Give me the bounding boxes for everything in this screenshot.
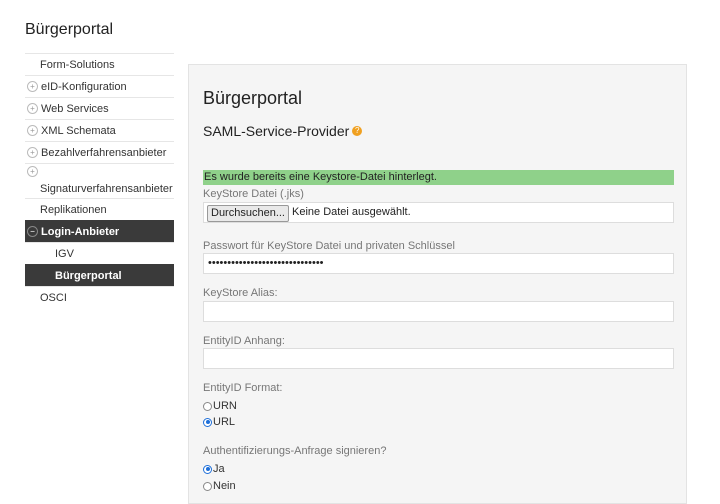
sidebar-item-osci[interactable]: OSCI bbox=[25, 286, 174, 308]
radio-button-selected[interactable] bbox=[203, 464, 212, 474]
plus-circle-icon[interactable]: + bbox=[27, 103, 38, 114]
radio-ja[interactable]: Ja bbox=[203, 463, 225, 475]
keystore-alias-input[interactable] bbox=[203, 301, 674, 322]
sidebar-item-label: IGV bbox=[55, 247, 74, 260]
sidebar-item-label: Login-Anbieter bbox=[41, 225, 120, 238]
sidebar-item-xml-schemata[interactable]: + XML Schemata bbox=[25, 119, 174, 141]
help-icon[interactable]: ? bbox=[352, 126, 363, 136]
success-alert: Es wurde bereits eine Keystore-Datei hin… bbox=[203, 170, 674, 185]
password-field[interactable]: •••••••••••••••••••••••••••••• bbox=[203, 253, 674, 274]
minus-circle-icon[interactable]: − bbox=[27, 226, 38, 237]
radio-label: Ja bbox=[213, 463, 225, 475]
sidebar-item-label: Form-Solutions bbox=[40, 58, 115, 71]
radio-label: URN bbox=[213, 400, 237, 412]
sidebar-item-eid-konfiguration[interactable]: + eID-Konfiguration bbox=[25, 75, 174, 97]
section-subtitle: SAML-Service-Provider ? bbox=[203, 123, 363, 139]
plus-circle-icon[interactable]: + bbox=[27, 166, 38, 177]
sidebar-item-label: eID-Konfiguration bbox=[41, 80, 127, 93]
radio-urn[interactable]: URN bbox=[203, 400, 237, 412]
radio-button-selected[interactable] bbox=[203, 417, 212, 427]
sidebar-nav: Form-Solutions + eID-Konfiguration + Web… bbox=[25, 53, 174, 308]
sidebar-item-web-services[interactable]: + Web Services bbox=[25, 97, 174, 119]
section-subtitle-text: SAML-Service-Provider bbox=[203, 123, 350, 139]
keystore-label: KeyStore Datei (.jks) bbox=[203, 188, 304, 200]
entityid-format-label: EntityID Format: bbox=[203, 382, 283, 394]
app-title: Bürgerportal bbox=[25, 21, 114, 38]
plus-circle-icon[interactable]: + bbox=[27, 81, 38, 92]
sidebar-item-signaturverfahrensanbieter[interactable]: + Signaturverfahrensanbieter bbox=[25, 163, 174, 198]
keystore-alias-label: KeyStore Alias: bbox=[203, 287, 278, 299]
radio-button[interactable] bbox=[203, 481, 212, 491]
password-value: •••••••••••••••••••••••••••••• bbox=[208, 257, 324, 269]
sidebar-item-label: OSCI bbox=[40, 291, 67, 304]
page-title: Bürgerportal bbox=[203, 88, 303, 108]
sidebar-item-label: Web Services bbox=[41, 102, 109, 115]
sidebar-item-label: Bürgerportal bbox=[55, 269, 122, 282]
sidebar-item-replikationen[interactable]: Replikationen bbox=[25, 198, 174, 220]
sidebar-item-bezahlverfahrensanbieter[interactable]: + Bezahlverfahrensanbieter bbox=[25, 141, 174, 163]
sidebar-item-label: Signaturverfahrensanbieter bbox=[40, 183, 173, 195]
plus-circle-icon[interactable]: + bbox=[27, 147, 38, 158]
entityid-suffix-input[interactable] bbox=[203, 348, 674, 369]
keystore-file-field: Durchsuchen... Keine Datei ausgewählt. bbox=[203, 202, 674, 223]
sidebar-item-label: Bezahlverfahrensanbieter bbox=[41, 146, 167, 159]
radio-button[interactable] bbox=[203, 401, 212, 411]
radio-url[interactable]: URL bbox=[203, 416, 235, 428]
sidebar-item-form-solutions[interactable]: Form-Solutions bbox=[25, 53, 174, 75]
plus-circle-icon[interactable]: + bbox=[27, 125, 38, 136]
main-panel: Bürgerportal SAML-Service-Provider ? Es … bbox=[188, 64, 687, 504]
sidebar-item-igv[interactable]: IGV bbox=[25, 242, 174, 264]
entityid-suffix-label: EntityID Anhang: bbox=[203, 335, 285, 347]
browse-button[interactable]: Durchsuchen... bbox=[207, 205, 289, 222]
sidebar-item-label: Replikationen bbox=[40, 203, 107, 216]
sidebar-item-login-anbieter[interactable]: − Login-Anbieter bbox=[25, 220, 174, 242]
password-label: Passwort für KeyStore Datei und privaten… bbox=[203, 240, 455, 252]
file-status: Keine Datei ausgewählt. bbox=[292, 206, 411, 218]
sign-request-label: Authentifizierungs-Anfrage signieren? bbox=[203, 445, 387, 457]
radio-label: Nein bbox=[213, 480, 236, 492]
radio-label: URL bbox=[213, 416, 236, 428]
sidebar-item-label: XML Schemata bbox=[41, 124, 116, 137]
sidebar-item-buergerportal[interactable]: Bürgerportal bbox=[25, 264, 174, 286]
radio-nein[interactable]: Nein bbox=[203, 480, 236, 492]
